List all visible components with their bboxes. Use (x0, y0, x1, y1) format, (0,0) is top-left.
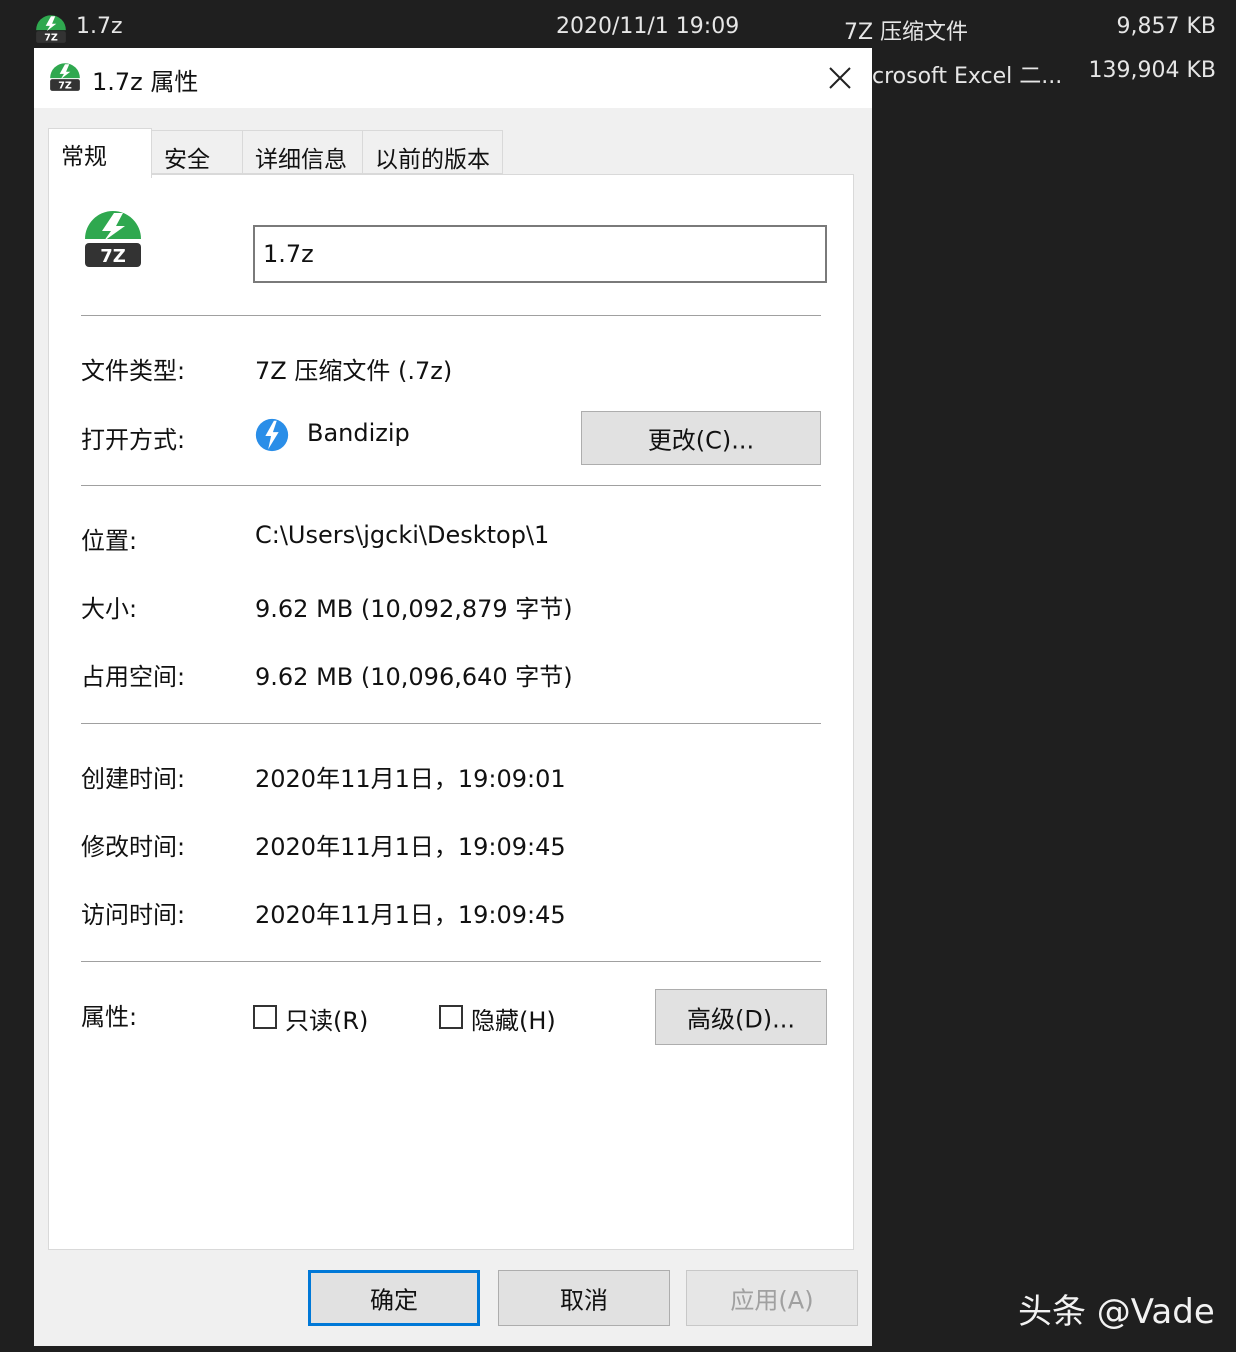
divider (81, 315, 821, 316)
title-bar[interactable]: 7Z 1.7z 属性 (34, 48, 872, 108)
explorer-file-name: 1.7z (76, 14, 123, 39)
accessed-value: 2020年11月1日，19:09:45 (255, 901, 566, 929)
explorer-file-type: 7Z 压缩文件 (844, 20, 969, 45)
change-button[interactable]: 更改(C)... (581, 411, 821, 465)
svg-text:7Z: 7Z (100, 246, 126, 267)
location-label: 位置: (81, 527, 138, 555)
cancel-button-label: 取消 (560, 1286, 608, 1315)
explorer-file-type: crosoft Excel 二... (872, 64, 1063, 89)
tab-details[interactable]: 详细信息 (242, 130, 363, 174)
open-with-value: Bandizip (307, 419, 410, 447)
dialog-title: 1.7z 属性 (92, 68, 199, 96)
bandizip-icon (255, 418, 289, 452)
attributes-label: 属性: (81, 1003, 138, 1031)
close-button[interactable] (816, 56, 864, 100)
tab-security[interactable]: 安全 (151, 130, 243, 174)
7z-file-icon: 7Z (50, 63, 80, 92)
watermark: 头条 @Vade (1018, 1292, 1215, 1332)
tab-label: 详细信息 (255, 147, 347, 173)
accessed-label: 访问时间: (81, 901, 186, 929)
advanced-button[interactable]: 高级(D)... (655, 989, 827, 1045)
tab-label: 安全 (164, 147, 210, 173)
ok-button[interactable]: 确定 (308, 1270, 480, 1326)
open-with-label: 打开方式: (81, 426, 186, 454)
svg-text:7Z: 7Z (58, 81, 72, 92)
size-label: 大小: (81, 595, 138, 623)
readonly-label[interactable]: 只读(R) (285, 1001, 368, 1036)
size-value: 9.62 MB (10,092,879 字节) (255, 595, 573, 623)
7z-file-icon: 7Z (36, 15, 66, 44)
explorer-file-size: 139,904 KB (1088, 58, 1217, 83)
tab-general[interactable]: 常规 (48, 128, 152, 178)
close-icon (829, 67, 851, 89)
divider (81, 485, 821, 486)
7z-file-icon: 7Z (85, 211, 141, 267)
explorer-file-date: 2020/11/1 19:09 (556, 14, 740, 39)
divider (81, 723, 821, 724)
apply-button-label: 应用(A) (730, 1286, 814, 1315)
properties-dialog: 7Z 1.7z 属性 常规 安全 详细信息 以前的版本 7Z 文件类型: 7Z … (34, 48, 872, 1346)
divider (81, 961, 821, 962)
filename-field[interactable] (253, 225, 827, 283)
explorer-file-size: 9,857 KB (1116, 14, 1217, 39)
file-type-label: 文件类型: (81, 357, 186, 385)
tab-label: 常规 (61, 144, 107, 170)
change-button-label: 更改(C)... (647, 426, 755, 455)
created-label: 创建时间: (81, 765, 186, 793)
created-value: 2020年11月1日，19:09:01 (255, 765, 566, 793)
disk-size-value: 9.62 MB (10,096,640 字节) (255, 663, 573, 691)
readonly-checkbox[interactable] (253, 1005, 277, 1029)
advanced-button-label: 高级(D)... (686, 1005, 796, 1034)
hidden-label[interactable]: 隐藏(H) (471, 1001, 556, 1036)
file-type-value: 7Z 压缩文件 (.7z) (255, 357, 453, 385)
location-value: C:\Users\jgcki\Desktop\1 (255, 521, 550, 549)
tab-previous-versions[interactable]: 以前的版本 (362, 130, 503, 174)
apply-button[interactable]: 应用(A) (686, 1270, 858, 1326)
general-panel: 7Z 文件类型: 7Z 压缩文件 (.7z) 打开方式: Bandizip 更改… (48, 174, 854, 1250)
cancel-button[interactable]: 取消 (498, 1270, 670, 1326)
svg-text:7Z: 7Z (44, 33, 58, 44)
hidden-checkbox[interactable] (439, 1005, 463, 1029)
explorer-row-1[interactable]: 7Z 1.7z 2020/11/1 19:09 7Z 压缩文件 9,857 KB (0, 6, 1236, 50)
ok-button-label: 确定 (370, 1286, 418, 1315)
disk-size-label: 占用空间: (81, 663, 186, 691)
modified-label: 修改时间: (81, 833, 186, 861)
tab-label: 以前的版本 (375, 147, 490, 173)
modified-value: 2020年11月1日，19:09:45 (255, 833, 566, 861)
